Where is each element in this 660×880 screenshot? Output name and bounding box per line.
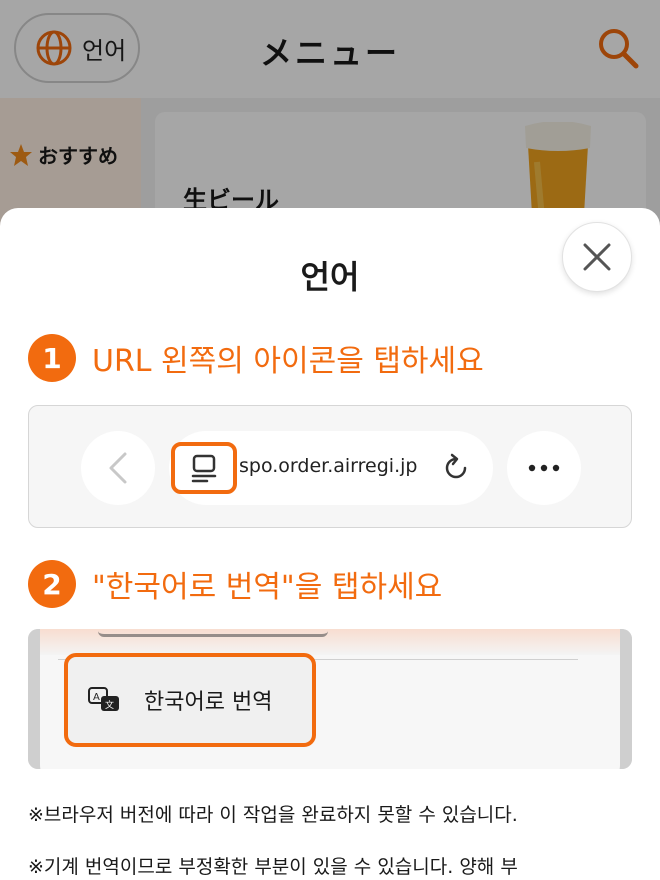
translate-label: 한국어로 번역: [144, 690, 273, 715]
step-text: "한국어로 번역"을 탭하세요: [92, 570, 443, 605]
translate-menu-item: A 文 한국어로 번역: [64, 653, 316, 747]
url-bar: spo.order.airregi.jp: [169, 431, 493, 505]
more-button: [507, 431, 581, 505]
illustration-edge: [28, 629, 40, 769]
svg-text:文: 文: [105, 699, 114, 711]
step-2: 2 "한국어로 번역"을 탭하세요: [28, 560, 442, 608]
translate-menu-illustration: A 文 한국어로 번역: [28, 629, 632, 769]
more-icon: [528, 464, 560, 472]
translate-icon: A 文: [88, 687, 119, 711]
language-sheet: 언어 1 URL 왼쪽의 아이콘을 탭하세요 spo.order.airregi…: [0, 208, 660, 880]
sheet-title: 언어: [300, 258, 360, 296]
step-1: 1 URL 왼쪽의 아이콘을 탭하세요: [28, 334, 484, 382]
illustration-edge: [620, 629, 632, 769]
reader-icon: [191, 454, 217, 483]
back-icon: [109, 452, 127, 484]
browser-bar-illustration: spo.order.airregi.jp: [28, 405, 632, 528]
reload-icon: [445, 453, 467, 479]
step-number: 1: [28, 334, 76, 382]
reader-icon-highlight: [171, 442, 237, 494]
cropped-menu-item: [98, 629, 328, 637]
step-number: 2: [28, 560, 76, 608]
url-text: spo.order.airregi.jp: [239, 455, 418, 477]
note-text: ※브라우저 버전에 따라 이 작업을 완료하지 못할 수 있습니다.: [28, 804, 518, 826]
svg-text:A: A: [93, 692, 100, 703]
note-text: ※기계 번역이므로 부정확한 부분이 있을 수 있습니다. 양해 부: [28, 856, 518, 878]
back-button: [81, 431, 155, 505]
step-text: URL 왼쪽의 아이콘을 탭하세요: [92, 344, 484, 379]
